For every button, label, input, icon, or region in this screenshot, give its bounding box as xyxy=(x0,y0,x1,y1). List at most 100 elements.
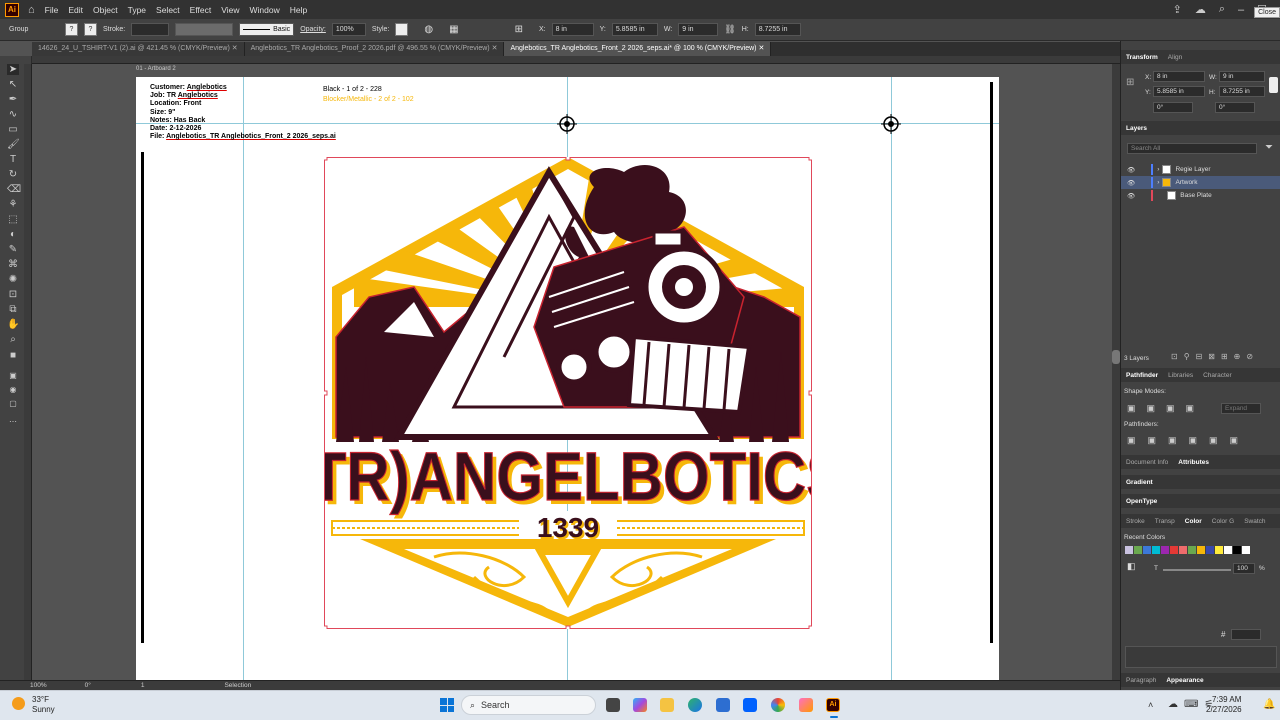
tab-color[interactable]: Color xyxy=(1180,518,1207,525)
edge-icon[interactable] xyxy=(688,698,702,712)
link-icon[interactable]: ⛓ xyxy=(724,24,735,35)
layers-search-input[interactable]: Search All xyxy=(1127,143,1257,154)
close-icon[interactable]: ✕ xyxy=(492,45,498,52)
rectangle-tool-icon[interactable]: ▭ xyxy=(7,124,19,135)
menu-edit[interactable]: Edit xyxy=(68,5,83,15)
direct-selection-tool-icon[interactable]: ↖ xyxy=(7,79,19,90)
close-tooltip[interactable]: Close xyxy=(1254,7,1280,18)
tint-input[interactable]: 100 xyxy=(1233,563,1255,574)
zoom-level[interactable]: 100% xyxy=(30,682,47,689)
sun-icon[interactable] xyxy=(12,697,25,710)
variable-width-profile[interactable] xyxy=(175,23,234,36)
artboard-navigator[interactable]: 1 xyxy=(141,682,145,689)
layer-row[interactable]: 👁 Base Plate xyxy=(1121,189,1280,202)
shape-builder-tool-icon[interactable]: ◐ xyxy=(7,229,19,240)
transform-icon[interactable]: ⊞ xyxy=(515,24,523,35)
pen-tool-icon[interactable]: ✒ xyxy=(7,94,19,105)
tab-character[interactable]: Character xyxy=(1198,372,1237,379)
shear-input[interactable]: 0° xyxy=(1215,102,1255,113)
tab-swatches[interactable]: Swatch xyxy=(1239,518,1270,525)
tab-gradient[interactable]: Gradient xyxy=(1121,479,1158,486)
tab-stroke[interactable]: Stroke xyxy=(1121,518,1150,525)
photos-icon[interactable] xyxy=(799,698,813,712)
fill-swatch[interactable]: ? xyxy=(65,23,78,36)
menu-type[interactable]: Type xyxy=(128,5,146,15)
menu-help[interactable]: Help xyxy=(290,5,307,15)
hand-tool-icon[interactable]: ✋ xyxy=(7,319,19,330)
taskbar-search[interactable]: ⌕ Search xyxy=(461,695,596,715)
vertical-ruler[interactable] xyxy=(24,64,32,680)
hex-input[interactable] xyxy=(1231,629,1261,640)
close-icon[interactable]: ✕ xyxy=(758,45,764,52)
graphic-style-swatch[interactable] xyxy=(395,23,409,36)
expand-button[interactable]: Expand xyxy=(1221,403,1261,414)
color-mode-icon[interactable]: ▣ xyxy=(7,370,19,381)
align-icon[interactable]: ▦ xyxy=(449,24,458,35)
close-icon[interactable]: ✕ xyxy=(232,45,238,52)
minimize-icon[interactable]: – xyxy=(1238,4,1244,16)
pathfinder-buttons[interactable]: ▣▣▣▣▣▣ xyxy=(1127,435,1250,446)
illustrator-taskbar-icon[interactable]: Ai xyxy=(826,698,840,712)
w-input[interactable]: 9 in xyxy=(678,23,719,36)
artboard-tool-icon[interactable]: ⊡ xyxy=(7,289,19,300)
horizontal-ruler[interactable] xyxy=(32,56,1120,64)
warp-tool-icon[interactable]: ⚘ xyxy=(7,199,19,210)
layer-row[interactable]: 👁 › Regie Layer xyxy=(1121,163,1280,176)
tab-color-guide[interactable]: Color G xyxy=(1207,518,1239,525)
home-icon[interactable]: ⌂ xyxy=(28,4,35,16)
draw-mode-icon[interactable]: ◉ xyxy=(7,384,19,395)
eyedropper-tool-icon[interactable]: ✎ xyxy=(7,244,19,255)
guide-vertical[interactable] xyxy=(243,77,244,680)
tab-tshirt[interactable]: 14626_24_U_TSHIRT-V1 (2).ai @ 421.45 % (… xyxy=(32,42,245,56)
stroke-weight-input[interactable] xyxy=(131,23,170,36)
eye-icon[interactable]: 👁 xyxy=(1127,179,1135,187)
share-icon[interactable]: ⇪ xyxy=(1173,3,1182,16)
filter-icon[interactable]: ⏷ xyxy=(1265,142,1273,153)
cloud-icon[interactable]: ☁ xyxy=(1195,3,1206,16)
y-input[interactable]: 5.8585 in xyxy=(611,23,658,36)
rotate-input[interactable]: 0° xyxy=(1153,102,1193,113)
chevron-right-icon[interactable]: › xyxy=(1157,166,1159,173)
selection-tool-icon[interactable]: ➤ xyxy=(7,64,19,75)
tab-opentype[interactable]: OpenType xyxy=(1121,498,1162,505)
tab-document-info[interactable]: Document Info xyxy=(1121,459,1173,466)
type-tool-icon[interactable]: T xyxy=(7,154,19,165)
artwork-design[interactable]: (TR)ANGELBOTICS (TR)ANGELBOTICS 1339 133… xyxy=(324,157,812,629)
reference-point-icon[interactable]: ⊞ xyxy=(1126,77,1134,88)
tray-chevron-icon[interactable]: ˄ xyxy=(1148,700,1153,710)
transform-x-input[interactable]: 8 in xyxy=(1153,71,1205,82)
tab-libraries[interactable]: Libraries xyxy=(1163,372,1198,379)
brush-definition[interactable]: Basic xyxy=(239,23,295,36)
tab-align[interactable]: Align xyxy=(1163,54,1187,61)
tab-attributes[interactable]: Attributes xyxy=(1173,459,1214,466)
search-icon[interactable]: ⌕ xyxy=(1219,3,1225,16)
tab-front-seps[interactable]: Anglebotics_TR Anglebotics_Front_2 2026_… xyxy=(504,42,772,56)
opacity-input[interactable]: 100% xyxy=(331,23,366,36)
vertical-scrollbar[interactable] xyxy=(1112,64,1120,680)
blend-tool-icon[interactable]: ⌘ xyxy=(7,259,19,270)
layer-row[interactable]: 👁 › Artwork xyxy=(1121,176,1280,189)
zoom-tool-icon[interactable]: ⌕ xyxy=(7,334,19,345)
tab-appearance[interactable]: Appearance xyxy=(1161,677,1208,684)
stroke-swatch[interactable]: ? xyxy=(84,23,97,36)
fill-stroke-icon[interactable]: ◧ xyxy=(1127,561,1136,572)
tab-transform[interactable]: Transform xyxy=(1121,54,1163,61)
tab-paragraph[interactable]: Paragraph xyxy=(1121,677,1161,684)
more-tools-icon[interactable]: ⋯ xyxy=(7,416,19,427)
store-icon[interactable] xyxy=(716,698,730,712)
recent-color-swatches[interactable] xyxy=(1125,546,1250,554)
chevron-right-icon[interactable]: › xyxy=(1157,179,1159,186)
curvature-tool-icon[interactable]: ∿ xyxy=(7,109,19,120)
eye-icon[interactable]: 👁 xyxy=(1127,192,1135,200)
copilot-icon[interactable] xyxy=(633,698,647,712)
menu-object[interactable]: Object xyxy=(93,5,118,15)
vertical-scroll-thumb[interactable] xyxy=(1112,350,1120,364)
tab-transparency[interactable]: Transp xyxy=(1150,518,1180,525)
free-transform-tool-icon[interactable]: ⬚ xyxy=(7,214,19,225)
eye-icon[interactable]: 👁 xyxy=(1127,166,1135,174)
file-explorer-icon[interactable] xyxy=(660,698,674,712)
rotate-tool-icon[interactable]: ↻ xyxy=(7,169,19,180)
fill-stroke-swatches-icon[interactable]: ■ xyxy=(7,350,19,361)
chrome-icon[interactable] xyxy=(771,698,785,712)
h-input[interactable]: 8.7255 in xyxy=(754,23,801,36)
